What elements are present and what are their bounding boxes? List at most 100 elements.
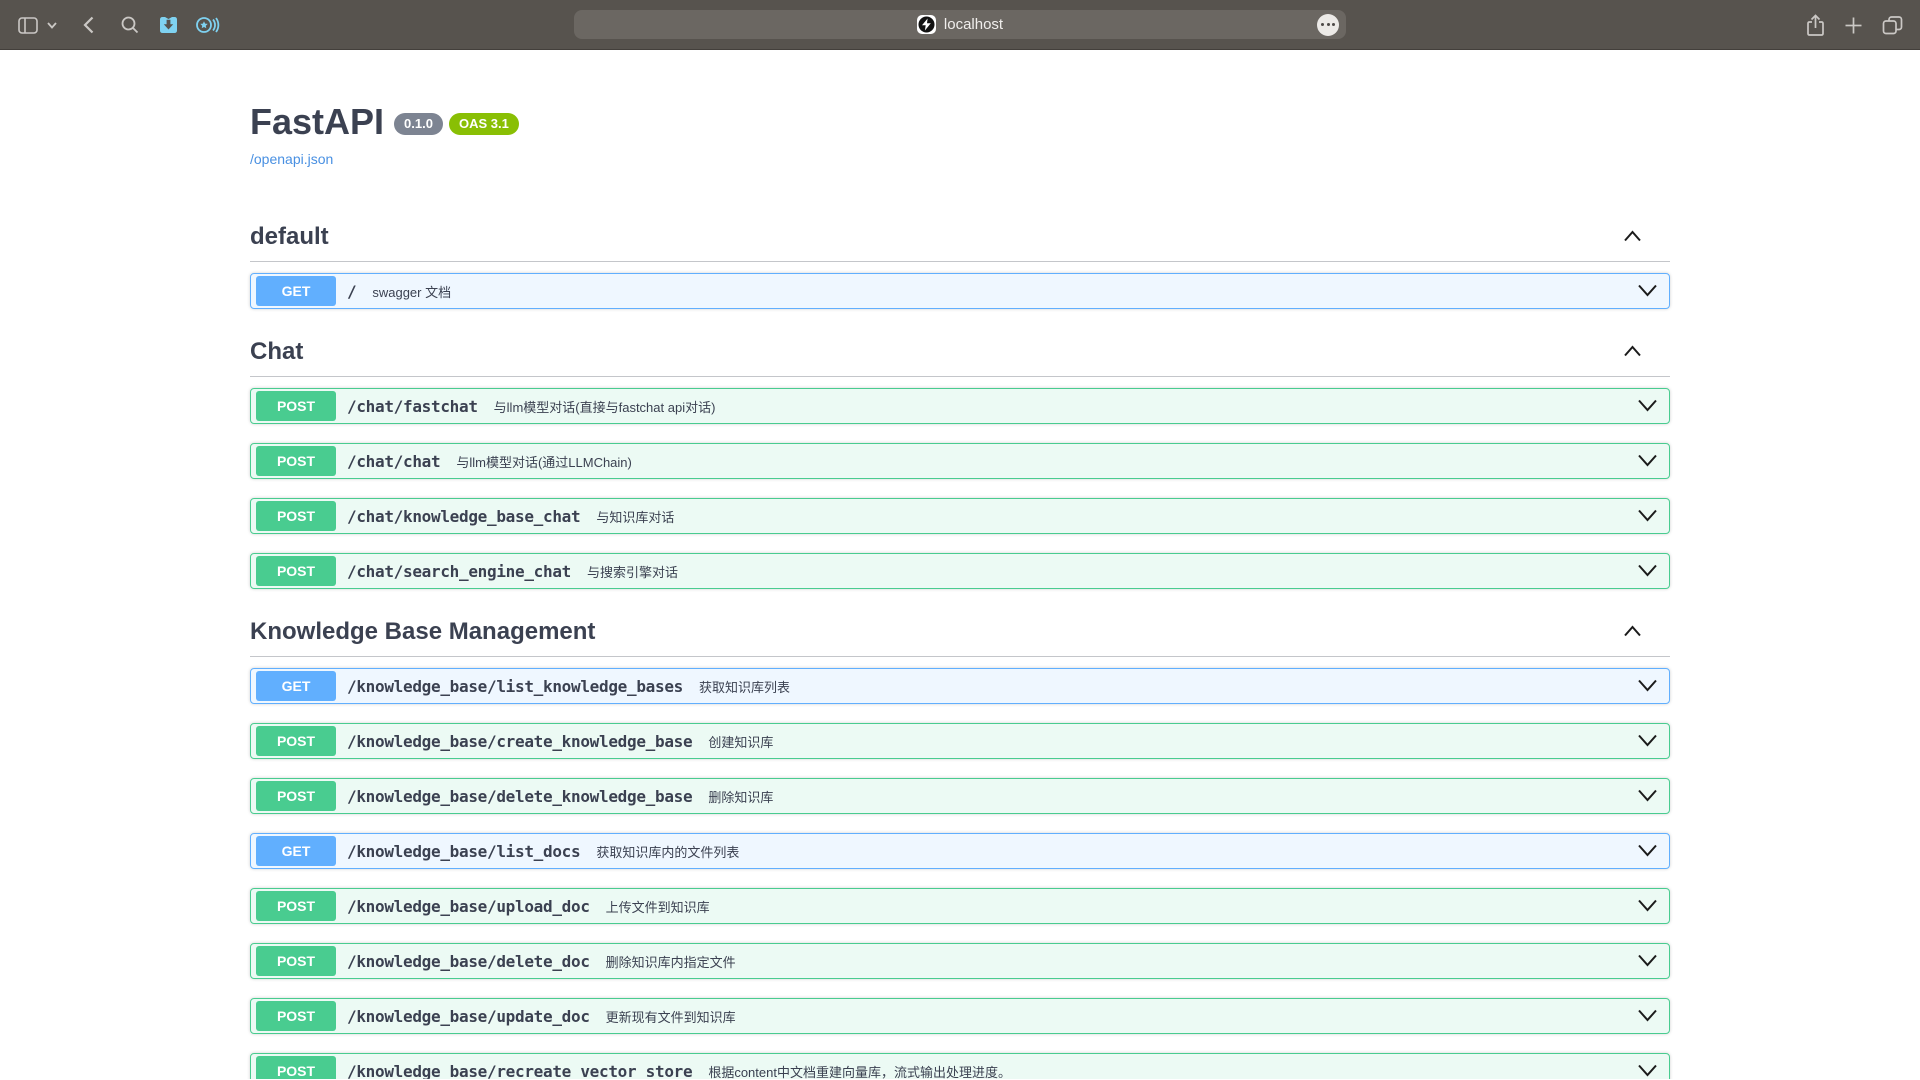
operation-summary: 与知识库对话 — [596, 507, 674, 526]
operation-row[interactable]: POST /chat/search_engine_chat 与搜索引擎对话 — [250, 553, 1670, 589]
expand-operation-button[interactable] — [1637, 1007, 1658, 1027]
sidebar-menu-button[interactable] — [44, 0, 60, 50]
chevron-down-icon — [1637, 456, 1658, 471]
sidebar-icon — [18, 17, 38, 34]
operation-summary: 与llm模型对话(直接与fastchat api对话) — [494, 397, 716, 416]
operation-summary: 删除知识库内指定文件 — [606, 952, 736, 971]
collapse-section-button[interactable] — [1623, 623, 1642, 641]
operation-row[interactable]: GET /knowledge_base/list_knowledge_bases… — [250, 668, 1670, 704]
expand-operation-button[interactable] — [1637, 282, 1658, 302]
operation-row[interactable]: GET /knowledge_base/list_docs 获取知识库内的文件列… — [250, 833, 1670, 869]
operation-path: /knowledge_base/update_doc — [347, 1007, 590, 1026]
method-badge: POST — [256, 446, 336, 476]
section-header[interactable]: Knowledge Base Management — [250, 608, 1670, 657]
operations: GET /knowledge_base/list_knowledge_bases… — [250, 657, 1670, 1079]
operation-path: /knowledge_base/upload_doc — [347, 897, 590, 916]
operation-summary: 获取知识库内的文件列表 — [596, 842, 739, 861]
operation-row[interactable]: POST /knowledge_base/create_knowledge_ba… — [250, 723, 1670, 759]
chevron-up-icon — [1623, 626, 1642, 641]
extension-bookmark-button[interactable] — [155, 0, 181, 50]
search-icon — [121, 16, 139, 34]
collapse-section-button[interactable] — [1623, 228, 1642, 246]
operations: POST /chat/fastchat 与llm模型对话(直接与fastchat… — [250, 377, 1670, 589]
expand-operation-button[interactable] — [1637, 842, 1658, 862]
api-info: FastAPI0.1.0OAS 3.1 /openapi.json — [250, 50, 1670, 169]
operation-path: /chat/fastchat — [347, 397, 478, 416]
expand-operation-button[interactable] — [1637, 787, 1658, 807]
operation-path: /chat/chat — [347, 452, 440, 471]
chevron-down-icon — [1637, 401, 1658, 416]
back-button[interactable] — [76, 0, 100, 50]
chevron-down-icon — [1637, 736, 1658, 751]
operation-row[interactable]: POST /chat/fastchat 与llm模型对话(直接与fastchat… — [250, 388, 1670, 424]
openapi-spec-link[interactable]: /openapi.json — [250, 151, 333, 167]
swagger-page: FastAPI0.1.0OAS 3.1 /openapi.json defaul… — [0, 50, 1920, 1079]
operation-path: /knowledge_base/create_knowledge_base — [347, 732, 692, 751]
operation-summary: 更新现有文件到知识库 — [606, 1007, 736, 1026]
extension-blocker-button[interactable] — [192, 0, 222, 50]
expand-operation-button[interactable] — [1637, 562, 1658, 582]
operation-path: / — [347, 282, 356, 301]
expand-operation-button[interactable] — [1637, 677, 1658, 697]
expand-operation-button[interactable] — [1637, 952, 1658, 972]
expand-operation-button[interactable] — [1637, 452, 1658, 472]
expand-operation-button[interactable] — [1637, 732, 1658, 752]
ellipsis-icon — [1321, 23, 1324, 26]
operation-row[interactable]: POST /knowledge_base/update_doc 更新现有文件到知… — [250, 998, 1670, 1034]
expand-operation-button[interactable] — [1637, 507, 1658, 527]
chevron-down-icon — [1637, 511, 1658, 526]
back-icon — [83, 16, 94, 34]
method-badge: GET — [256, 836, 336, 866]
chevron-down-icon — [47, 22, 57, 29]
chevron-down-icon — [1637, 901, 1658, 916]
operation-row[interactable]: GET / swagger 文档 — [250, 273, 1670, 309]
tab-overview-button[interactable] — [1876, 0, 1908, 50]
operation-row[interactable]: POST /chat/chat 与llm模型对话(通过LLMChain) — [250, 443, 1670, 479]
tag-section-chat: Chat POST /chat/fastchat 与llm模型对话(直接与fas… — [250, 328, 1670, 589]
operation-row[interactable]: POST /knowledge_base/delete_doc 删除知识库内指定… — [250, 943, 1670, 979]
bookmark-arrow-extension-icon — [158, 15, 179, 35]
method-badge: POST — [256, 1001, 336, 1031]
operation-path: /knowledge_base/list_docs — [347, 842, 580, 861]
expand-operation-button[interactable] — [1637, 397, 1658, 417]
sidebar-toggle-button[interactable] — [14, 0, 42, 50]
chevron-up-icon — [1623, 346, 1642, 361]
operation-row[interactable]: POST /chat/knowledge_base_chat 与知识库对话 — [250, 498, 1670, 534]
section-header[interactable]: default — [250, 213, 1670, 262]
collapse-section-button[interactable] — [1623, 343, 1642, 361]
operation-path: /knowledge_base/delete_doc — [347, 952, 590, 971]
method-badge: GET — [256, 671, 336, 701]
chevron-down-icon — [1637, 286, 1658, 301]
chevron-down-icon — [1637, 846, 1658, 861]
chevron-down-icon — [1637, 791, 1658, 806]
operation-summary: 上传文件到知识库 — [606, 897, 710, 916]
section-title: default — [250, 223, 329, 251]
operation-path: /knowledge_base/list_knowledge_bases — [347, 677, 683, 696]
site-favicon-icon — [917, 15, 936, 34]
method-badge: POST — [256, 556, 336, 586]
tag-section-default: default GET / swagger 文档 — [250, 213, 1670, 309]
operation-summary: swagger 文档 — [372, 282, 451, 301]
new-tab-icon — [1844, 16, 1863, 35]
expand-operation-button[interactable] — [1637, 1062, 1658, 1079]
operation-row[interactable]: POST /knowledge_base/upload_doc 上传文件到知识库 — [250, 888, 1670, 924]
address-bar[interactable]: localhost — [574, 10, 1346, 39]
new-tab-button[interactable] — [1838, 0, 1868, 50]
chevron-down-icon — [1637, 956, 1658, 971]
expand-operation-button[interactable] — [1637, 897, 1658, 917]
operation-row[interactable]: POST /knowledge_base/recreate_vector_sto… — [250, 1053, 1670, 1079]
section-title: Knowledge Base Management — [250, 618, 595, 646]
star-waves-extension-icon — [195, 15, 220, 35]
search-button[interactable] — [117, 0, 143, 50]
operation-path: /knowledge_base/recreate_vector_store — [347, 1062, 692, 1080]
operation-row[interactable]: POST /knowledge_base/delete_knowledge_ba… — [250, 778, 1670, 814]
page-settings-button[interactable] — [1317, 14, 1339, 36]
chevron-down-icon — [1637, 1011, 1658, 1026]
page-title: FastAPI0.1.0OAS 3.1 — [250, 102, 1670, 142]
method-badge: POST — [256, 1056, 336, 1079]
method-badge: POST — [256, 946, 336, 976]
chevron-down-icon — [1637, 1066, 1658, 1079]
share-button[interactable] — [1800, 0, 1830, 50]
section-header[interactable]: Chat — [250, 328, 1670, 377]
method-badge: POST — [256, 726, 336, 756]
